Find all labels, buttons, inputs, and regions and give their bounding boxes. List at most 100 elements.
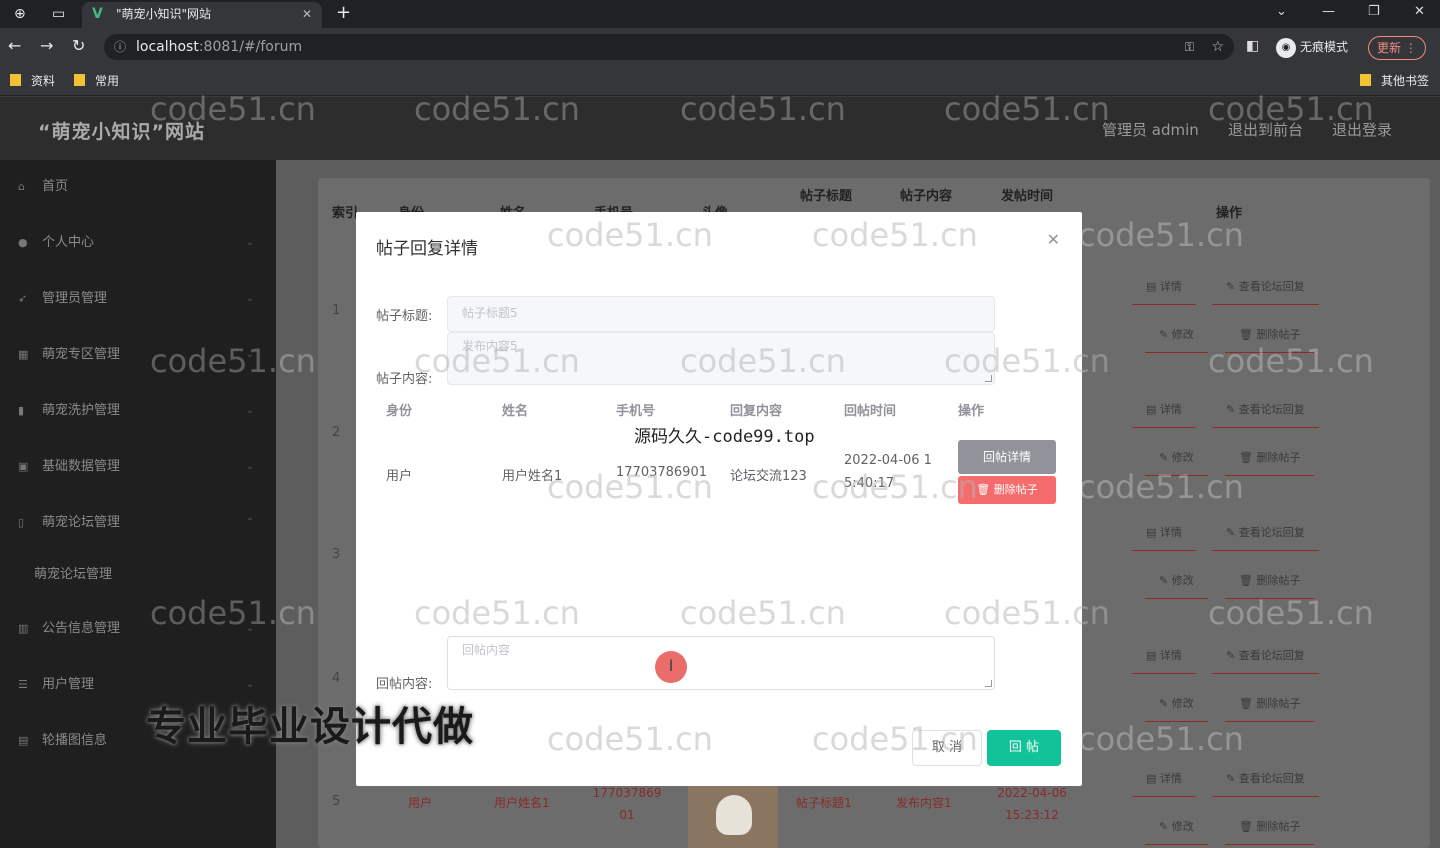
watermark: code51.cn [150,342,316,380]
sidebar-item-profile[interactable]: ● 个人中心 ⌄ [0,223,276,263]
column-header[interactable]: 索引 [332,202,358,221]
view-replies-button[interactable]: ✎ 查看论坛回复 [1212,524,1319,551]
sidebar-item-forum[interactable]: ▯ 萌宠论坛管理 ⌃ [0,503,276,543]
bookmark-folder[interactable]: 资料 [10,72,55,89]
chevron-up-icon: ⌃ [245,517,254,528]
other-bookmarks[interactable]: 其他书签 [1360,72,1429,89]
watermark: code51.cn [414,90,580,128]
side-panel-icon[interactable]: ◧ [1246,38,1259,54]
new-tab-button[interactable]: + [336,0,351,26]
watermark: code51.cn [944,594,1110,632]
trash-icon: 🗑 [1239,820,1257,833]
detail-button[interactable]: ▤ 详情 [1132,524,1196,551]
detail-button[interactable]: ▤ 详情 [1132,278,1196,305]
edit-icon: ✎ [1226,772,1239,785]
sidebar-item-pet-care[interactable]: ▮ 萌宠洗护管理 ⌄ [0,391,276,431]
dog-picture [716,795,752,835]
url-input[interactable]: ⓘ localhost:8081/#/forum ⚿ ☆ [104,34,1234,60]
site-info-icon[interactable]: ⓘ [114,34,126,60]
browser-tab[interactable]: V "萌宠小知识"网站 ✕ [82,2,322,28]
reload-icon[interactable]: ↻ [72,36,85,55]
tab-search-icon[interactable]: ⌄ [1276,0,1287,24]
minimize-icon[interactable]: — [1322,0,1335,24]
chart-icon: ▮ [18,404,25,417]
view-replies-button[interactable]: ✎ 查看论坛回复 [1212,278,1319,305]
incognito-indicator[interactable]: ◉ 无痕模式 [1276,36,1348,58]
back-icon[interactable]: ← [8,36,21,55]
resize-handle-icon[interactable] [985,680,992,687]
bookmark-star-icon[interactable]: ☆ [1211,34,1224,60]
column-header[interactable]: 帖子标题 [800,185,852,204]
reply-column-header: 身份 [386,404,413,419]
sidebar-item-admins[interactable]: ➶ 管理员管理 ⌄ [0,279,276,319]
op-label: 修改 [1171,328,1194,341]
column-header[interactable]: 帖子内容 [900,185,952,204]
view-replies-button[interactable]: ✎ 查看论坛回复 [1212,770,1319,797]
column-header[interactable]: 发帖时间 [1001,185,1053,204]
watermark: code51.cn [812,216,978,254]
sidebar-item-base-data[interactable]: ▣ 基础数据管理 ⌄ [0,447,276,487]
cell-content: 发布内容1 [896,796,952,810]
delete-button[interactable]: 🗑 删除帖子 [1225,695,1315,722]
detail-button[interactable]: ▤ 详情 [1132,770,1196,797]
bookmark-folder[interactable]: 常用 [74,72,119,89]
edit-icon: ✎ [1159,697,1172,710]
view-replies-button[interactable]: ✎ 查看论坛回复 [1212,647,1319,674]
edit-icon: ✎ [1226,649,1239,662]
sidebar-item-label: 萌宠论坛管理 [34,567,113,582]
trash-icon: 🗑 [1239,574,1257,587]
tab-strip-icon[interactable]: ▭ [52,0,65,28]
bookmark-label: 资料 [31,74,56,88]
reply-content-textarea[interactable]: 回帖内容 [447,636,995,690]
watermark: code51.cn [150,594,316,632]
sidebar-subitem-forum[interactable]: 萌宠论坛管理 [0,555,276,595]
edit-icon: ✎ [1159,451,1172,464]
watermark: code51.cn [680,90,846,128]
op-label: 详情 [1159,526,1182,539]
cell-identity: 用户 [408,796,433,810]
sidebar-item-label: 首页 [42,179,69,194]
browser-menu-icon[interactable]: ⊕ [14,0,26,28]
watermark: code51.cn [414,594,580,632]
watermark: code51.cn [944,90,1110,128]
detail-button[interactable]: ▤ 详情 [1132,647,1196,674]
sidebar-item-label: 轮播图信息 [42,733,108,748]
edit-button[interactable]: ✎ 修改 [1145,818,1208,845]
update-button[interactable]: 更新 ⋮ [1368,36,1426,60]
op-label: 详情 [1159,649,1182,662]
edit-button[interactable]: ✎ 修改 [1145,572,1208,599]
incognito-label: 无痕模式 [1300,40,1349,54]
edit-button[interactable]: ✎ 修改 [1145,695,1208,722]
picture-icon: ▤ [18,734,29,747]
op-label: 修改 [1171,697,1194,710]
delete-button[interactable]: 🗑 删除帖子 [1225,818,1315,845]
tab-close-icon[interactable]: ✕ [302,2,312,26]
document-icon: ▤ [1146,649,1160,662]
edit-icon: ✎ [1226,280,1239,293]
forward-icon[interactable]: → [40,36,53,55]
cell-name: 用户姓名1 [494,796,550,810]
sidebar-item-label: 个人中心 [42,235,95,250]
restore-icon[interactable]: ❐ [1368,0,1380,24]
sidebar-item-label: 萌宠论坛管理 [42,515,121,530]
admin-label: 管理员 admin [1102,121,1199,139]
reply-identity: 用户 [386,469,413,484]
post-title-input[interactable]: 帖子标题5 [447,296,995,332]
document-icon: ▤ [1146,772,1160,785]
edit-icon: ✎ [1159,328,1172,341]
watermark: code51.cn [547,216,713,254]
sidebar-item-home[interactable]: ⌂ 首页 [0,167,276,207]
window-close-icon[interactable]: ✕ [1414,0,1425,24]
password-key-icon[interactable]: ⚿ [1185,34,1194,60]
detail-button[interactable]: ▤ 详情 [1132,401,1196,428]
watermark: code51.cn [1078,468,1244,506]
edit-button[interactable]: ✎ 修改 [1145,326,1208,353]
submit-reply-button[interactable]: 回 帖 [987,730,1061,766]
watermark: code51.cn [1208,342,1374,380]
watermark: code51.cn [414,342,580,380]
view-replies-button[interactable]: ✎ 查看论坛回复 [1212,401,1319,428]
row-index: 4 [332,671,341,686]
close-icon[interactable]: ✕ [1047,230,1060,249]
click-indicator: I [655,651,687,683]
watermark: code51.cn [547,468,713,506]
